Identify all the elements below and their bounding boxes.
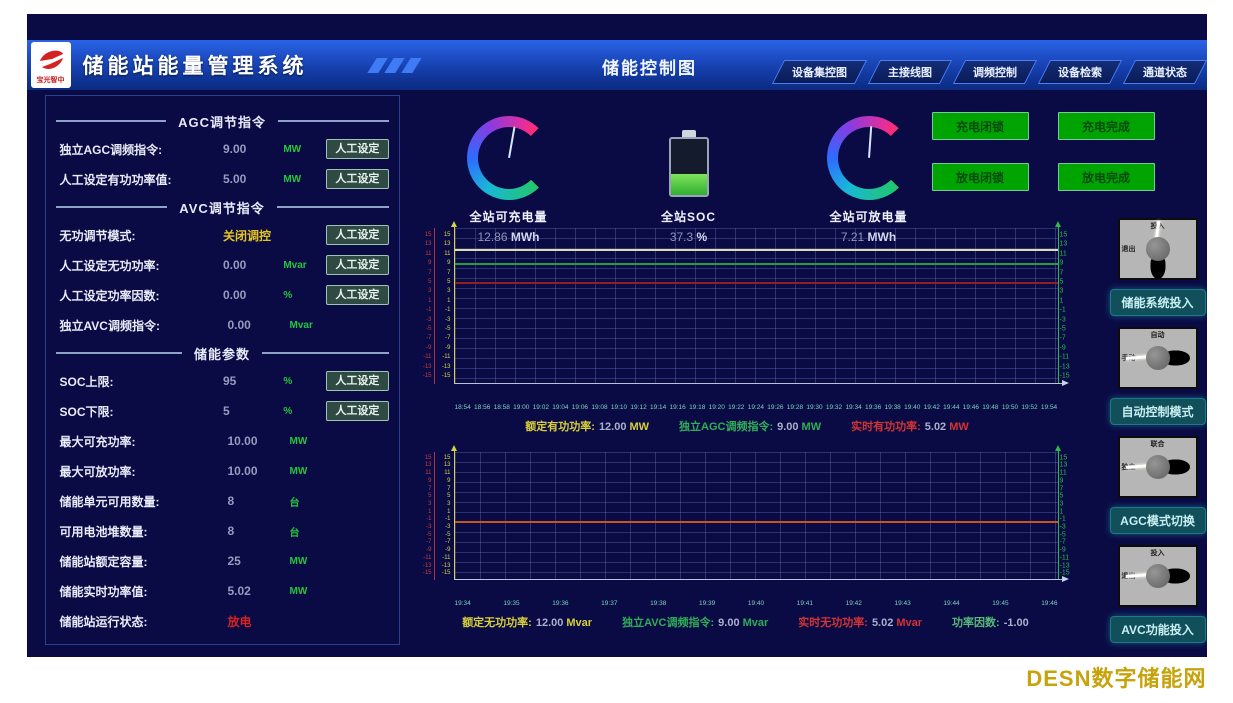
manual-set-button[interactable]: 人工设定 [326,169,388,189]
param-row: 人工设定无功功率:0.00Mvar人工设定 [46,250,399,280]
switch-knob-icon [1146,346,1170,370]
legend-item: 实时有功功率:5.02MW [851,418,969,434]
logo-text: 宝光智中 [37,75,65,85]
param-row: 储能站运行状态:放电 [46,606,399,636]
decor-stripes [372,58,417,73]
parameter-panel: AGC调节指令 独立AGC调频指令:9.00MW人工设定 人工设定有功功率值:5… [45,95,400,645]
gauge-needle [868,126,872,158]
switch-knob-icon [1146,237,1170,261]
param-row: 人工设定有功功率值:5.00MW人工设定 [46,164,399,194]
param-row: 储能单元可用数量:8台 [46,486,399,516]
ess-enable-switch-unit: 投入 退出 储能系统投入 [1110,218,1206,316]
nav-tab-channel-status[interactable]: 通道状态 [1122,60,1206,84]
param-row: 最大可放功率:10.00MW [46,456,399,486]
chart-legend: 额定有功功率:12.00MW 独立AGC调频指令:9.00MW 实时有功功率:5… [420,418,1075,434]
section-header-avc: AVC调节指令 [46,194,399,220]
manual-set-button[interactable]: 人工设定 [326,285,388,305]
param-row: 人工设定功率因数:0.00%人工设定 [46,280,399,310]
param-row: 储能实时功率值:5.02MW [46,576,399,606]
reactive-power-chart: 15131197531-1-3-5-7-9-11-13-15 151311975… [420,448,1075,630]
avc-enable-switch[interactable]: 投入 退出 [1118,545,1198,607]
legend-item: 功率因数:-1.00 [952,614,1032,630]
chart-legend: 额定无功功率:12.00Mvar 独立AVC调频指令:9.00Mvar 实时无功… [420,614,1075,630]
legend-item: 独立AVC调频指令:9.00Mvar [622,614,768,630]
battery-icon [669,130,709,200]
auto-mode-label[interactable]: 自动控制模式 [1110,398,1206,425]
legend-item: 额定无功功率:12.00Mvar [462,614,592,630]
company-logo: 宝光智中 [31,42,71,88]
section-header-ess-params: 储能参数 [46,340,399,366]
ems-dashboard: 宝光智中 储能站能量管理系统 储能控制图 设备集控图 主接线图 调频控制 设备检… [27,14,1207,657]
manual-set-button[interactable]: 人工设定 [326,225,388,245]
param-row: 无功调节模式:关闭调控人工设定 [46,220,399,250]
auto-mode-switch[interactable]: 自动 手动 [1118,327,1198,389]
param-row: 独立AVC调频指令:0.00Mvar [46,310,399,340]
gauge-ring-icon [827,116,911,200]
avc-enable-label[interactable]: AVC功能投入 [1110,616,1206,643]
agc-mode-label[interactable]: AGC模式切换 [1110,507,1206,534]
param-row: 独立AGC调频指令:9.00MW人工设定 [46,134,399,164]
control-switches: 投入 退出 储能系统投入 自动 手动 自动控制模式 联合 独立 AGC模式切换 [1110,218,1206,654]
x-axis-labels: 18:5418:5618:5819:0019:0219:0419:0619:08… [455,404,1058,411]
switch-knob-icon [1146,564,1170,588]
ess-enable-label[interactable]: 储能系统投入 [1110,289,1206,316]
status-buttons: 充电闭锁 充电完成 放电闭锁 放电完成 [932,112,1155,191]
avc-enable-switch-unit: 投入 退出 AVC功能投入 [1110,545,1206,643]
legend-item: 独立AGC调频指令:9.00MW [679,418,821,434]
charge-done-button[interactable]: 充电完成 [1058,112,1155,140]
watermark: DESN数字储能网 [27,661,1207,693]
ess-enable-switch[interactable]: 投入 退出 [1118,218,1198,280]
section-header-agc: AGC调节指令 [46,108,399,134]
nav-tab-device-search[interactable]: 设备检索 [1037,60,1121,84]
app-title: 储能站能量管理系统 [83,50,308,80]
nav-tab-main-wiring[interactable]: 主接线图 [867,60,951,84]
gauge-ring-icon [467,116,551,200]
manual-set-button[interactable]: 人工设定 [326,401,388,421]
nav-tab-freq-control[interactable]: 调频控制 [952,60,1036,84]
param-row: SOC上限:95%人工设定 [46,366,399,396]
active-power-chart: 15131197531-1-3-5-7-9-11-13-15 151311975… [420,224,1075,434]
nav-tab-device-control-map[interactable]: 设备集控图 [771,60,866,84]
param-row: 储能站额定容量:25MW [46,546,399,576]
manual-set-button[interactable]: 人工设定 [326,371,388,391]
switch-knob-icon [1146,455,1170,479]
x-axis-labels: 19:3419:3519:3619:3719:3819:3919:4019:41… [455,600,1058,607]
top-nav: 设备集控图 主接线图 调频控制 设备检索 通道状态 [778,60,1201,84]
param-row: 最大可充功率:10.00MW [46,426,399,456]
legend-item: 额定有功功率:12.00MW [525,418,649,434]
agc-mode-switch[interactable]: 联合 独立 [1118,436,1198,498]
charge-lock-button[interactable]: 充电闭锁 [932,112,1029,140]
auto-mode-switch-unit: 自动 手动 自动控制模式 [1110,327,1206,425]
param-row: SOC下限:5%人工设定 [46,396,399,426]
manual-set-button[interactable]: 人工设定 [326,255,388,275]
discharge-done-button[interactable]: 放电完成 [1058,163,1155,191]
gauge-needle [508,126,516,158]
legend-item: 实时无功功率:5.02Mvar [798,614,922,630]
logo-swoosh-icon [36,45,66,75]
chart-lines [455,452,1058,579]
param-row: 可用电池堆数量:8台 [46,516,399,546]
chart-lines [455,228,1058,383]
agc-mode-switch-unit: 联合 独立 AGC模式切换 [1110,436,1206,534]
page-title: 储能控制图 [575,54,725,79]
discharge-lock-button[interactable]: 放电闭锁 [932,163,1029,191]
battery-fill [671,174,707,195]
manual-set-button[interactable]: 人工设定 [326,139,388,159]
